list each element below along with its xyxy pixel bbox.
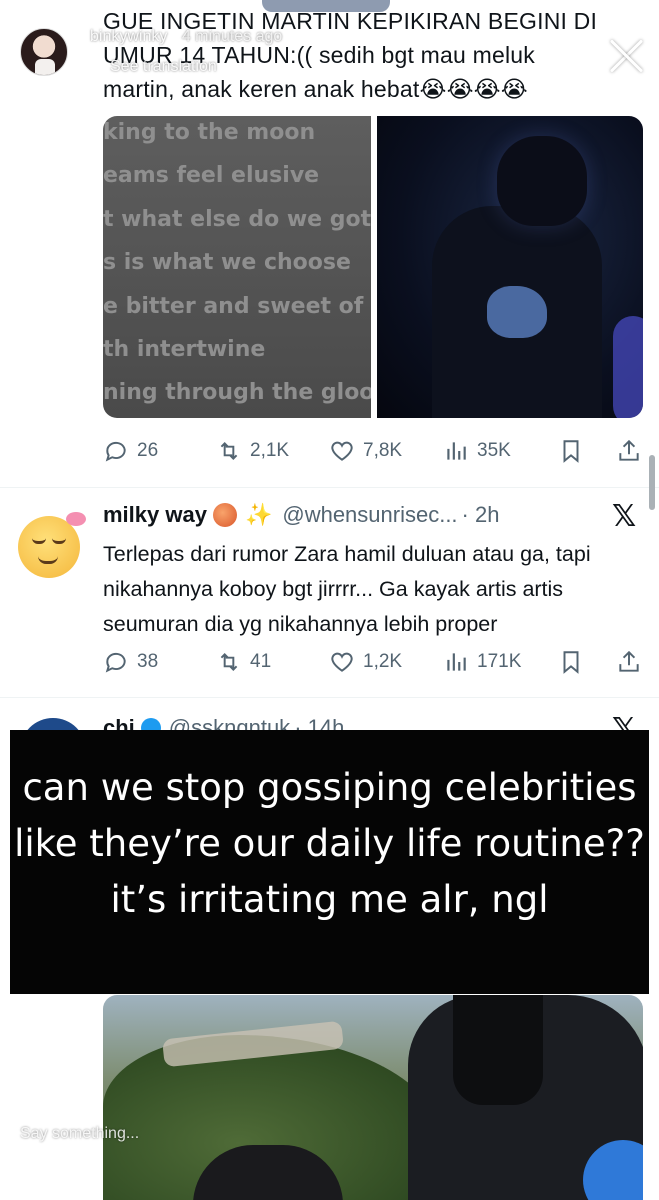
reply-count: 26 (137, 440, 159, 461)
views-button[interactable]: 35K (443, 438, 511, 464)
photo-person-collar (453, 995, 543, 1105)
like-count: 1,2K (363, 651, 403, 672)
lyric-line: th intertwine (103, 337, 266, 362)
repost-button[interactable]: 41 (216, 649, 271, 675)
share-icon (619, 439, 639, 461)
like-count: 7,8K (363, 440, 403, 461)
bookmark-button[interactable] (558, 649, 584, 675)
views-button[interactable]: 171K (443, 649, 521, 675)
tweet1-actions: 26 2,1K 7,8K 35K (103, 436, 643, 466)
like-button[interactable]: 1,2K (329, 649, 402, 675)
reply-button[interactable]: 38 (103, 649, 158, 675)
repost-count: 2,1K (250, 440, 290, 461)
x-logo-icon: 𝕏 (612, 499, 637, 534)
reply-button[interactable]: 26 (103, 438, 158, 464)
tweet2-avatar[interactable] (12, 508, 87, 583)
lyric-line: eams feel elusive (103, 163, 320, 188)
share-icon (619, 650, 639, 672)
repost-icon (220, 653, 238, 671)
views-icon (447, 442, 466, 460)
tweet2-text: Terlepas dari rumor Zara hamil duluan at… (103, 542, 591, 636)
story-username-row: binkywinky 4 minutes ago (90, 28, 282, 46)
tweet2-time: · 2h (461, 502, 500, 527)
bookmark-icon (563, 651, 579, 674)
story-username[interactable]: binkywinky (90, 28, 167, 45)
share-button[interactable] (616, 438, 642, 464)
reply-icon (105, 441, 126, 462)
see-translation-button[interactable]: See translation (92, 58, 217, 76)
lyric-line: t what else do we got? (103, 207, 371, 232)
lyric-line: ning through the gloo (103, 380, 371, 405)
tweet2-actions: 38 41 1,2K 171K (103, 647, 643, 677)
scrollbar[interactable] (649, 455, 655, 510)
lyric-line: king to the moon (103, 120, 316, 145)
comet-emoji-icon (212, 503, 237, 527)
story-header: binkywinky 4 minutes ago See translation (0, 0, 659, 115)
tweet2-handle[interactable]: @whensunrisec... (282, 502, 457, 528)
story-reshare-peek (262, 0, 390, 12)
emoji-bow (66, 512, 86, 526)
tweet1-image-photo[interactable] (377, 116, 643, 418)
story-user-avatar[interactable] (20, 28, 68, 76)
translate-icon (92, 62, 102, 72)
views-icon (447, 653, 466, 671)
tweet2-header: milky way ✨ @whensunrisec... · 2h (103, 502, 499, 528)
repost-count: 41 (250, 651, 272, 672)
photo-person-head (497, 136, 587, 226)
tweet2-display-name[interactable]: milky way (103, 502, 207, 528)
lyric-line: s is what we choose (103, 250, 351, 275)
repost-button[interactable]: 2,1K (216, 438, 289, 464)
reply-icon (105, 652, 126, 673)
tweet3-image[interactable] (103, 995, 643, 1200)
sticker-text: can we stop gossiping celebrities like t… (14, 766, 645, 921)
repost-icon (220, 442, 238, 460)
sparkles-emoji-icon: ✨ (244, 502, 273, 527)
views-count: 35K (477, 440, 511, 461)
story-text-sticker: can we stop gossiping celebrities like t… (10, 730, 649, 994)
views-count: 171K (477, 651, 522, 672)
see-translation-label: See translation (110, 58, 217, 75)
share-button[interactable] (616, 649, 642, 675)
reply-count: 38 (137, 651, 159, 672)
reply-input[interactable]: Say something... (20, 1125, 139, 1143)
like-button[interactable]: 7,8K (329, 438, 402, 464)
close-icon[interactable] (606, 36, 646, 76)
tweet1-image-lyrics[interactable]: king to the moon eams feel elusive t wha… (103, 116, 371, 418)
photo-blue-glow (613, 316, 643, 418)
bookmark-icon (563, 440, 579, 463)
lyric-line: e bitter and sweet of i (103, 294, 371, 319)
heart-icon (331, 441, 353, 461)
photo-shirt-print (487, 286, 547, 338)
bookmark-button[interactable] (558, 438, 584, 464)
tweet-divider (0, 697, 659, 698)
tweet-divider (0, 487, 659, 488)
heart-icon (331, 652, 353, 672)
story-time: 4 minutes ago (181, 28, 283, 45)
